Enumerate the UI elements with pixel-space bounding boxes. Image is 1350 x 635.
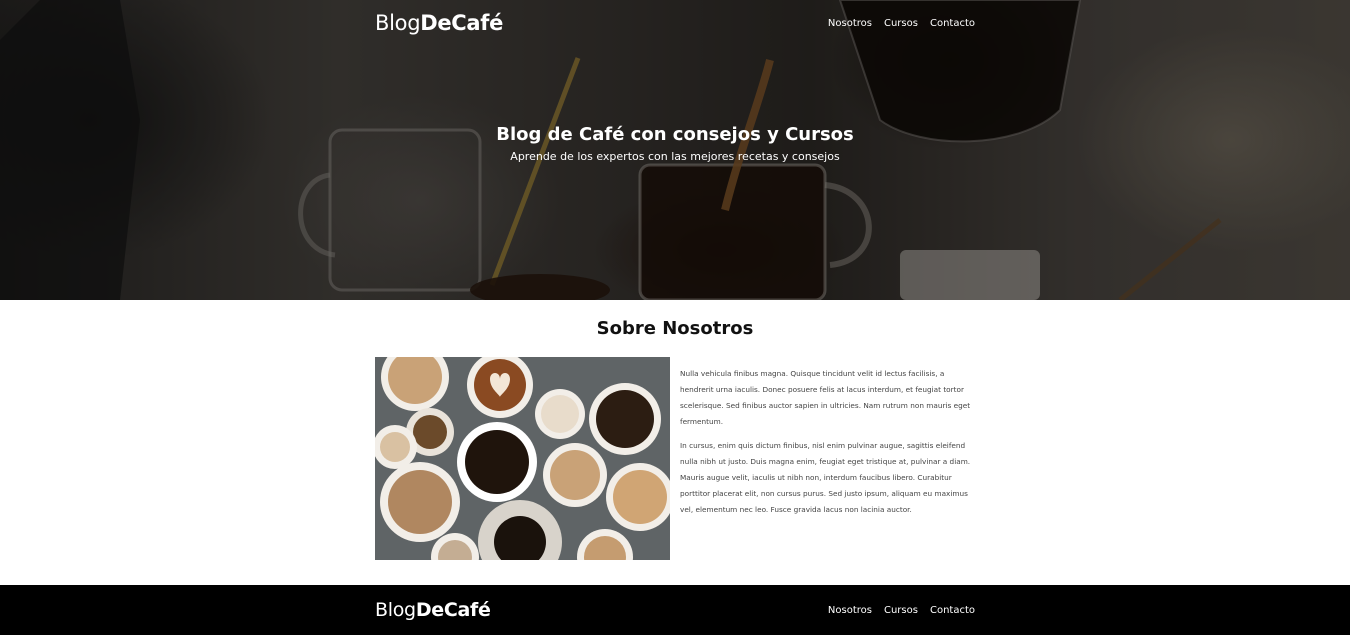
footer-logo[interactable]: BlogDeCafé [375,599,491,621]
footer-link-nosotros[interactable]: Nosotros [828,605,872,616]
footer-link-cursos[interactable]: Cursos [884,605,918,616]
hero-subtitle: Aprende de los expertos con las mejores … [510,150,840,163]
hero-title: Blog de Café con consejos y Cursos [496,124,854,145]
nav-link-contacto[interactable]: Contacto [930,18,975,29]
logo-light-text: Blog [375,11,421,35]
coffee-cups-image [375,357,670,560]
footer-menu: Nosotros Cursos Contacto [828,605,975,616]
about-paragraph: Nulla vehicula finibus magna. Quisque ti… [680,369,971,426]
footer-logo-light-text: Blog [375,599,416,621]
footer-link-contacto[interactable]: Contacto [930,605,975,616]
footer-nav: BlogDeCafé Nosotros Cursos Contacto [375,587,975,633]
hero-text: Blog de Café con consejos y Cursos Apren… [0,124,1350,163]
header-nav: BlogDeCafé Nosotros Cursos Contacto [375,0,975,46]
nav-link-nosotros[interactable]: Nosotros [828,18,872,29]
footer-logo-bold-text: DeCafé [415,599,491,621]
about-text: Nulla vehicula finibus magna. Quisque ti… [680,366,976,526]
header-menu: Nosotros Cursos Contacto [828,18,975,29]
logo-bold-text: DeCafé [420,11,504,35]
about-section-title: Sobre Nosotros [596,318,754,339]
site-logo[interactable]: BlogDeCafé [375,11,503,35]
site-footer: BlogDeCafé Nosotros Cursos Contacto [0,585,1350,635]
nav-link-cursos[interactable]: Cursos [884,18,918,29]
about-paragraph: In cursus, enim quis dictum finibus, nis… [680,441,971,514]
hero-banner: BlogDeCafé Nosotros Cursos Contacto Blog… [0,0,1350,300]
